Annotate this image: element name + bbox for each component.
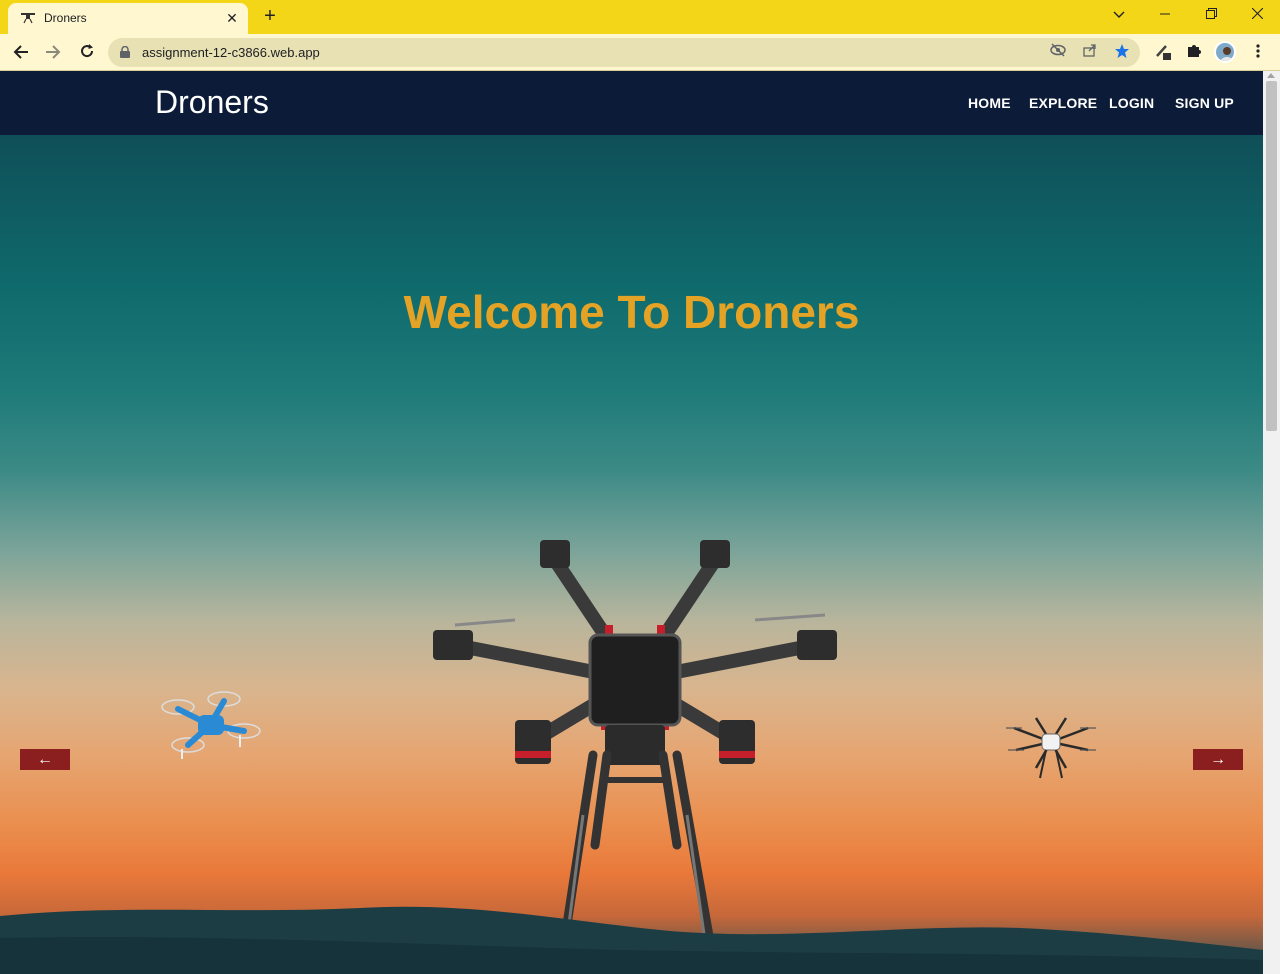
url-text[interactable]: assignment-12-c3866.web.app (142, 45, 320, 60)
forward-icon[interactable] (40, 40, 66, 66)
site-brand[interactable]: Droners (155, 84, 269, 121)
browser-toolbar: assignment-12-c3866.web.app (0, 34, 1280, 71)
nav-home[interactable]: HOME (968, 95, 1011, 111)
puzzle-icon[interactable] (1183, 42, 1205, 64)
reload-icon[interactable] (74, 40, 100, 66)
profile-avatar[interactable] (1214, 41, 1236, 63)
minimize-icon[interactable] (1142, 0, 1188, 30)
scroll-thumb[interactable] (1266, 81, 1277, 431)
eye-off-icon[interactable] (1048, 43, 1068, 63)
menu-icon[interactable] (1247, 42, 1269, 64)
close-window-icon[interactable] (1234, 0, 1280, 30)
lock-icon[interactable] (120, 46, 130, 58)
tab-close-icon[interactable]: ✕ (222, 8, 242, 28)
address-bar[interactable]: assignment-12-c3866.web.app (108, 38, 1140, 67)
star-icon[interactable] (1112, 43, 1132, 63)
carousel-next-button[interactable]: → (1193, 749, 1243, 770)
mountain-silhouette (0, 906, 1263, 974)
page-viewport: Droners HOME EXPLORE LOGIN SIGN UP Welco… (0, 71, 1280, 974)
site-navbar: Droners HOME EXPLORE LOGIN SIGN UP (0, 71, 1263, 135)
hero-title: Welcome To Droners (403, 286, 860, 338)
tab-title: Droners (44, 11, 87, 25)
page-scrollbar[interactable] (1263, 71, 1280, 974)
nav-login[interactable]: LOGIN (1109, 95, 1154, 111)
share-icon[interactable] (1080, 43, 1100, 63)
white-octocopter-image (1006, 717, 1096, 779)
browser-tab[interactable]: Droners ✕ (8, 3, 248, 34)
browser-tab-strip: Droners ✕ + (0, 0, 1280, 34)
tab-search-icon[interactable] (1096, 0, 1142, 30)
extension-icon[interactable] (1152, 42, 1174, 64)
hero-carousel: Welcome To Droners ← → (0, 135, 1263, 974)
nav-signup[interactable]: SIGN UP (1175, 95, 1234, 111)
drone-favicon-icon (21, 13, 35, 24)
nav-explore[interactable]: EXPLORE (1029, 95, 1097, 111)
back-icon[interactable] (8, 40, 34, 66)
blue-quadcopter-image (161, 691, 261, 759)
scroll-up-icon[interactable] (1267, 73, 1275, 78)
carousel-prev-button[interactable]: ← (20, 749, 70, 770)
restore-icon[interactable] (1188, 0, 1234, 30)
new-tab-button[interactable]: + (258, 5, 282, 29)
